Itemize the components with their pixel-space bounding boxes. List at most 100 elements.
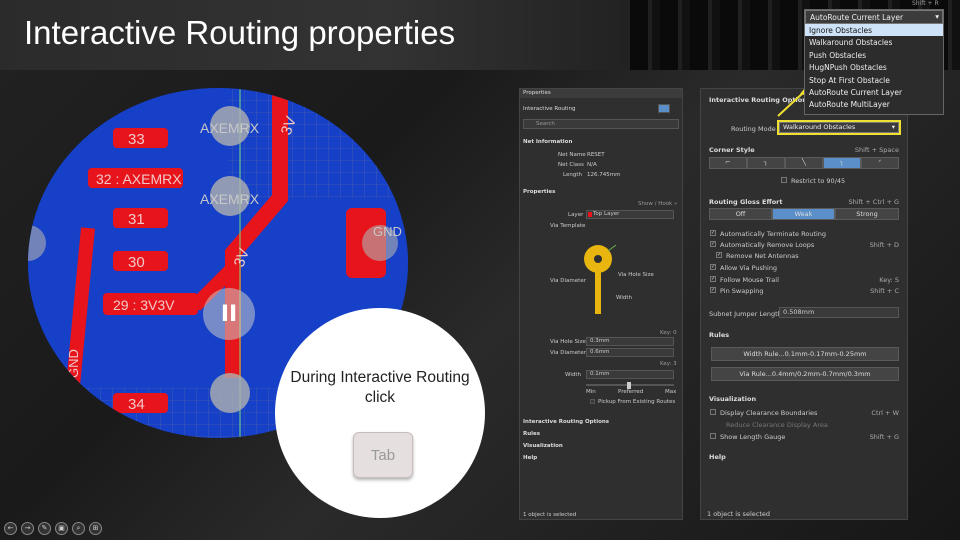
pin-swap-shortcut: Shift + C xyxy=(870,287,899,295)
clearance-shortcut: Ctrl + W xyxy=(871,409,899,417)
mouse-trail-checkbox[interactable]: ✓ xyxy=(710,276,716,282)
dropdown-option[interactable]: AutoRoute Current Layer xyxy=(805,86,943,98)
net-info-section[interactable]: Net Information xyxy=(523,139,572,145)
dropdown-current-value: AutoRoute Current Layer xyxy=(810,13,904,22)
via-hole-size-label: Via Hole Size xyxy=(550,339,586,345)
dropdown-option[interactable]: HugNPush Obstacles xyxy=(805,61,943,73)
pcb-label-33: 33 xyxy=(128,131,145,148)
slides-grid-icon[interactable]: ▣ xyxy=(55,522,68,535)
dropdown-option[interactable]: Walkaround Obstacles xyxy=(805,36,943,48)
properties-panel: Properties Interactive Routing Search Ne… xyxy=(519,88,683,520)
corner-45-button[interactable]: ╮ xyxy=(747,157,785,169)
pin-swap-checkbox[interactable]: ✓ xyxy=(710,287,716,293)
properties-section[interactable]: Properties xyxy=(523,189,555,195)
slider-handle[interactable] xyxy=(627,382,631,389)
pcb-label-32: 32 : AXEMRX xyxy=(96,171,182,187)
width-rule-button[interactable]: Width Rule...0.1mm-0.17mm-0.25mm xyxy=(711,347,899,361)
via-rule-button[interactable]: Via Rule...0.4mm/0.2mm-0.7mm/0.3mm xyxy=(711,367,899,381)
width-input[interactable]: 0.1mm xyxy=(586,370,674,379)
visualization-section-title[interactable]: Visualization xyxy=(709,395,756,403)
pcb-label-gnd-2: GND xyxy=(373,224,402,239)
dropdown-option[interactable]: Ignore Obstacles xyxy=(805,24,943,37)
zoom-icon[interactable]: ⌕ xyxy=(72,522,85,535)
routing-mode-dropdown[interactable]: AutoRoute Current Layer ▾ Ignore Obstacl… xyxy=(804,9,944,115)
key-3-hint: Key: 3 xyxy=(660,361,677,367)
filter-icon[interactable] xyxy=(658,104,670,113)
gloss-strong-button[interactable]: Strong xyxy=(835,208,899,220)
mouse-trail-label: Follow Mouse Trail xyxy=(720,276,779,284)
routing-options-section[interactable]: Interactive Routing Options xyxy=(523,419,609,425)
rules-section[interactable]: Rules xyxy=(523,431,540,437)
clearance-checkbox[interactable] xyxy=(710,409,716,415)
subnet-input[interactable]: 0.508mm xyxy=(779,307,899,318)
remove-antennas-checkbox[interactable]: ✓ xyxy=(716,252,722,258)
auto-terminate-checkbox[interactable]: ✓ xyxy=(710,230,716,236)
net-class-label: Net Class xyxy=(558,162,584,168)
pcb-label-axemrx-1: AXEMRX xyxy=(200,120,260,136)
gloss-off-button[interactable]: Off xyxy=(709,208,772,220)
length-value: 126.745mm xyxy=(587,172,621,178)
next-slide-icon[interactable]: → xyxy=(21,522,34,535)
help-section[interactable]: Help xyxy=(523,455,537,461)
subnet-label: Subnet Jumper Length xyxy=(709,310,782,318)
layer-label: Layer xyxy=(568,212,584,218)
via-diameter-label: Via Diameter xyxy=(550,350,586,356)
dropdown-option[interactable]: Push Obstacles xyxy=(805,49,943,61)
restrict-checkbox[interactable] xyxy=(781,177,787,183)
corner-style-label: Corner Style xyxy=(709,146,755,154)
length-gauge-checkbox[interactable] xyxy=(710,433,716,439)
layer-select[interactable]: Top Layer xyxy=(586,210,674,219)
help-section-title[interactable]: Help xyxy=(709,453,726,461)
dropdown-shortcut: Shift + R xyxy=(912,0,939,7)
remove-antennas-label: Remove Net Antennas xyxy=(726,252,799,260)
corner-90-button[interactable]: ⌐ xyxy=(709,157,747,169)
show-hide-link[interactable]: Show / Hook » xyxy=(638,201,677,207)
rules-section-title[interactable]: Rules xyxy=(709,331,729,339)
options-status-text: 1 object is selected xyxy=(707,510,770,518)
via-diameter-input[interactable]: 0.6mm xyxy=(586,348,674,357)
routing-options-panel: Interactive Routing Options Routing Mode… xyxy=(700,88,908,520)
pause-button[interactable]: II xyxy=(203,288,255,340)
pen-icon[interactable]: ✎ xyxy=(38,522,51,535)
via-hole-size-input[interactable]: 0.3mm xyxy=(586,337,674,346)
layer-value: Top Layer xyxy=(593,211,620,217)
more-options-icon[interactable]: ⊞ xyxy=(89,522,102,535)
search-placeholder: Search xyxy=(536,121,555,127)
slider-preferred-label: Preferred xyxy=(618,389,644,395)
dropdown-option[interactable]: AutoRoute MultiLayer xyxy=(805,98,943,110)
layer-color-swatch xyxy=(588,212,592,217)
tab-key-icon: Tab xyxy=(353,432,413,478)
panel-header: Properties xyxy=(520,89,682,98)
pin-swap-label: Pin Swapping xyxy=(720,287,764,295)
pcb-label-34: 34 xyxy=(128,396,145,413)
chevron-down-icon: ▾ xyxy=(935,12,939,21)
corner-round-button[interactable]: ◜ xyxy=(861,157,899,169)
via-pushing-checkbox[interactable]: ✓ xyxy=(710,264,716,270)
search-input[interactable]: Search xyxy=(523,119,679,129)
dropdown-current[interactable]: AutoRoute Current Layer ▾ xyxy=(805,10,943,24)
via-hole-diagram-label: Via Hole Size xyxy=(618,272,654,278)
remove-loops-shortcut: Shift + D xyxy=(869,241,899,249)
width-diagram-label: Width xyxy=(616,295,632,301)
prev-slide-icon[interactable]: ← xyxy=(4,522,17,535)
slider-max-label: Max xyxy=(665,389,677,395)
pcb-label-gnd-1: GND xyxy=(66,349,81,378)
dropdown-option[interactable]: Stop At First Obstacle xyxy=(805,74,943,86)
corner-arc-button[interactable]: ╮ xyxy=(823,157,861,169)
chevron-down-icon: ▾ xyxy=(891,123,895,131)
pickup-checkbox[interactable] xyxy=(590,399,595,404)
pcb-label-31: 31 xyxy=(128,211,145,228)
pcb-label-29: 29 : 3V3V xyxy=(113,297,175,313)
net-class-value: N/A xyxy=(587,162,597,168)
slider-min-label: Min xyxy=(586,389,596,395)
corner-diag-button[interactable]: ╲ xyxy=(785,157,823,169)
remove-loops-checkbox[interactable]: ✓ xyxy=(710,241,716,247)
gloss-weak-button[interactable]: Weak xyxy=(772,208,835,220)
via-3 xyxy=(210,373,250,413)
restrict-label: Restrict to 90/45 xyxy=(791,177,846,185)
length-gauge-shortcut: Shift + G xyxy=(869,433,899,441)
width-slider[interactable] xyxy=(586,382,674,389)
routing-mode-select[interactable]: Walkaround Obstacles ▾ xyxy=(777,120,901,135)
clearance-label: Display Clearance Boundaries xyxy=(720,409,818,417)
visualization-section[interactable]: Visualization xyxy=(523,443,563,449)
